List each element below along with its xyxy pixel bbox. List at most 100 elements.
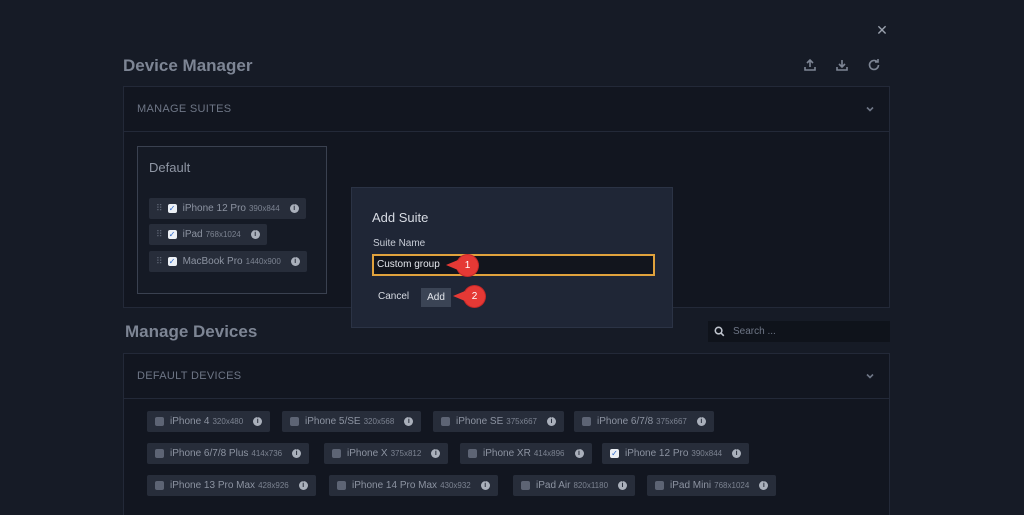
- info-icon[interactable]: i: [618, 481, 628, 490]
- modal-title: Add Suite: [372, 210, 429, 225]
- manage-suites-label: MANAGE SUITES: [137, 103, 232, 115]
- chevron-down-icon[interactable]: [864, 370, 876, 382]
- close-icon[interactable]: ✕: [874, 22, 890, 38]
- checkbox[interactable]: [155, 417, 164, 426]
- checkbox[interactable]: [468, 449, 477, 458]
- info-icon[interactable]: i: [732, 449, 742, 458]
- device-chip[interactable]: iPad Mini 768x1024 i: [647, 475, 777, 496]
- device-resolution: 768x1024: [205, 230, 241, 239]
- checkbox[interactable]: ✓: [167, 230, 177, 239]
- refresh-icon[interactable]: [866, 57, 882, 73]
- device-resolution: 414x896: [533, 449, 565, 458]
- callout-badge-2: 2: [453, 286, 485, 307]
- info-icon[interactable]: i: [574, 449, 584, 458]
- device-name: iPhone 12 Pro: [625, 448, 689, 459]
- drag-handle-icon[interactable]: ⠿: [156, 229, 163, 240]
- device-name: iPhone 6/7/8: [597, 416, 654, 427]
- device-chip[interactable]: iPhone 6/7/8 375x667 i: [574, 411, 714, 432]
- device-name: iPhone 5/SE: [305, 416, 361, 427]
- checkbox[interactable]: [290, 417, 299, 426]
- checkbox[interactable]: [655, 481, 664, 490]
- device-chip[interactable]: iPhone XR 414x896 i: [460, 443, 592, 464]
- chevron-down-icon[interactable]: [864, 103, 876, 115]
- info-icon[interactable]: i: [298, 481, 308, 490]
- info-icon[interactable]: i: [480, 481, 490, 490]
- suite-device-chip[interactable]: ⠿ ✓ iPhone 12 Pro 390x844 i: [149, 198, 306, 219]
- device-name: iPhone 12 Pro: [182, 203, 246, 214]
- suite-device-chip[interactable]: ⠿ ✓ iPad 768x1024 i: [149, 224, 267, 245]
- device-chip[interactable]: iPhone 4 320x480 i: [147, 411, 271, 432]
- default-devices-panel: DEFAULT DEVICES iPhone 4 320x480 i iPhon…: [123, 353, 890, 515]
- device-name: iPad Mini: [670, 480, 712, 491]
- add-button[interactable]: Add: [421, 288, 451, 307]
- search-icon: [714, 326, 725, 337]
- suite-device-chip[interactable]: ⠿ ✓ MacBook Pro 1440x900 i: [149, 251, 307, 272]
- page-title: Device Manager: [123, 56, 253, 75]
- checkbox[interactable]: ✓: [167, 257, 177, 266]
- device-resolution: 390x844: [691, 449, 723, 458]
- suite-name-label: Suite Name: [373, 238, 426, 249]
- device-resolution: 375x667: [506, 417, 537, 426]
- device-resolution: 320x568: [363, 417, 395, 426]
- checkbox[interactable]: [155, 481, 164, 490]
- checkbox[interactable]: [521, 481, 530, 490]
- default-devices-label: DEFAULT DEVICES: [137, 370, 242, 382]
- info-icon[interactable]: i: [696, 417, 706, 426]
- device-chip[interactable]: ✓ iPhone 12 Pro 390x844 i: [602, 443, 750, 464]
- info-icon[interactable]: i: [292, 449, 302, 458]
- device-name: iPhone 14 Pro Max: [352, 480, 438, 491]
- drag-handle-icon[interactable]: ⠿: [156, 256, 163, 267]
- checkbox[interactable]: [441, 417, 450, 426]
- default-devices-header[interactable]: DEFAULT DEVICES: [124, 354, 889, 399]
- checkbox[interactable]: [332, 449, 341, 458]
- checkbox[interactable]: [582, 417, 591, 426]
- info-icon[interactable]: i: [289, 204, 299, 213]
- device-resolution: 428x926: [258, 481, 289, 490]
- info-icon[interactable]: i: [250, 230, 260, 239]
- device-name: iPhone XR: [483, 448, 531, 459]
- search-placeholder: Search ...: [733, 326, 776, 337]
- device-resolution: 390x844: [248, 204, 280, 213]
- callout-badge-1: 1: [446, 255, 478, 276]
- device-chip[interactable]: iPhone 5/SE 320x568 i: [282, 411, 422, 432]
- checkbox[interactable]: ✓: [167, 204, 177, 213]
- device-chip[interactable]: iPhone 14 Pro Max 430x932 i: [329, 475, 498, 496]
- device-name: iPhone 4: [170, 416, 210, 427]
- checkbox[interactable]: [337, 481, 346, 490]
- device-resolution: 375x667: [656, 417, 687, 426]
- device-name: iPhone 6/7/8 Plus: [170, 448, 249, 459]
- device-resolution: 820x1180: [573, 481, 609, 490]
- device-resolution: 414x736: [251, 449, 283, 458]
- device-chip[interactable]: iPad Air 820x1180 i: [513, 475, 636, 496]
- device-chip[interactable]: iPhone SE 375x667 i: [433, 411, 564, 432]
- search-input[interactable]: Search ...: [708, 321, 890, 342]
- upload-icon[interactable]: [802, 57, 818, 73]
- device-chip[interactable]: iPhone X 375x812 i: [324, 443, 449, 464]
- device-name: iPhone X: [347, 448, 388, 459]
- suite-card-default: Default ⠿ ✓ iPhone 12 Pro 390x844 i ⠿ ✓ …: [137, 146, 327, 294]
- device-name: iPad: [182, 229, 203, 240]
- info-icon[interactable]: i: [431, 449, 441, 458]
- info-icon[interactable]: i: [404, 417, 414, 426]
- manage-suites-header[interactable]: MANAGE SUITES: [124, 87, 889, 132]
- cancel-button[interactable]: Cancel: [378, 291, 409, 302]
- device-name: iPhone 13 Pro Max: [170, 480, 256, 491]
- info-icon[interactable]: i: [759, 481, 769, 490]
- download-icon[interactable]: [834, 57, 850, 73]
- device-resolution: 320x480: [212, 417, 244, 426]
- device-resolution: 430x932: [440, 481, 471, 490]
- manage-devices-title: Manage Devices: [125, 322, 258, 341]
- suite-name-input[interactable]: Custom group: [372, 254, 655, 276]
- device-chip[interactable]: iPhone 6/7/8 Plus 414x736 i: [147, 443, 310, 464]
- checkbox[interactable]: [155, 449, 164, 458]
- device-resolution: 768x1024: [714, 481, 750, 490]
- suite-name: Default: [149, 160, 191, 175]
- info-icon[interactable]: i: [253, 417, 263, 426]
- info-icon[interactable]: i: [290, 257, 300, 266]
- device-name: MacBook Pro: [182, 256, 243, 267]
- drag-handle-icon[interactable]: ⠿: [156, 203, 163, 214]
- device-chip[interactable]: iPhone 13 Pro Max 428x926 i: [147, 475, 316, 496]
- checkbox[interactable]: ✓: [610, 449, 619, 458]
- device-name: iPad Air: [536, 480, 571, 491]
- info-icon[interactable]: i: [546, 417, 556, 426]
